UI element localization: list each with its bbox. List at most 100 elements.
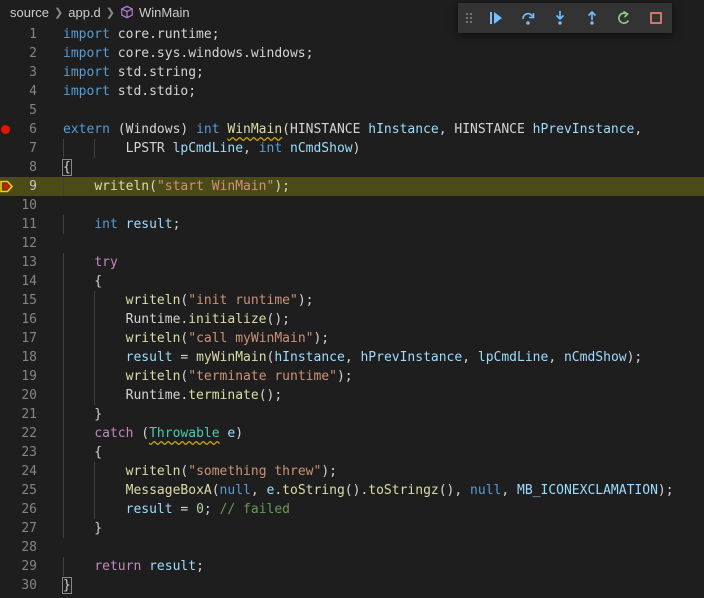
code-line[interactable]: 16 Runtime.initialize(); (0, 310, 704, 329)
line-gutter[interactable]: 23 (0, 443, 50, 462)
line-gutter[interactable]: 24 (0, 462, 50, 481)
line-gutter[interactable]: 17 (0, 329, 50, 348)
code-line[interactable]: 21 } (0, 405, 704, 424)
breadcrumb-folder[interactable]: source (10, 5, 49, 20)
function-name: toStringz (368, 483, 439, 498)
code-line[interactable]: 4 import std.stdio; (0, 82, 704, 101)
code-line[interactable]: 29 return result; (0, 557, 704, 576)
breakpoint-icon[interactable] (1, 125, 10, 134)
line-gutter[interactable]: 5 (0, 101, 50, 120)
variable: result (125, 350, 173, 365)
code-line[interactable]: 28 (0, 538, 704, 557)
code-line[interactable]: 9 writeln("start WinMain"); (0, 177, 704, 196)
code-line[interactable]: 17 writeln("call myWinMain"); (0, 329, 704, 348)
code-line[interactable]: 7 LPSTR lpCmdLine, int nCmdShow) (0, 139, 704, 158)
line-number: 8 (29, 160, 37, 175)
line-gutter[interactable]: 21 (0, 405, 50, 424)
keyword: null (470, 483, 502, 498)
code-content: try (63, 253, 117, 272)
line-gutter[interactable]: 13 (0, 253, 50, 272)
code-content: LPSTR lpCmdLine, int nCmdShow) (63, 139, 361, 158)
code-line[interactable]: 1 import core.runtime; (0, 25, 704, 44)
line-number: 18 (21, 350, 37, 365)
breakpoint-stopped-icon[interactable] (0, 180, 13, 193)
line-number: 29 (21, 559, 37, 574)
breadcrumb-file[interactable]: app.d (68, 5, 101, 20)
function-name: terminate (188, 388, 259, 403)
line-gutter[interactable]: 8 (0, 158, 50, 177)
code-text: ; (172, 217, 181, 232)
variable: hInstance (368, 122, 439, 137)
line-gutter[interactable]: 15 (0, 291, 50, 310)
code-text: core.sys.windows.windows; (109, 46, 314, 61)
code-line[interactable]: 11 int result; (0, 215, 704, 234)
code-line[interactable]: 25 MessageBoxA(null, e.toString().toStri… (0, 481, 704, 500)
line-gutter[interactable]: 2 (0, 44, 50, 63)
keyword: null (219, 483, 251, 498)
line-number: 3 (29, 65, 37, 80)
code-editor[interactable]: 1 import core.runtime; 2 import core.sys.wi… (0, 24, 704, 598)
code-line[interactable]: 18 result = myWinMain(hInstance, hPrevIn… (0, 348, 704, 367)
line-gutter[interactable]: 18 (0, 348, 50, 367)
keyword: int (258, 141, 283, 156)
code-content: import std.string; (63, 63, 204, 82)
code-line[interactable]: 14 { (0, 272, 704, 291)
line-gutter[interactable]: 3 (0, 63, 50, 82)
code-text: core.runtime; (109, 27, 220, 42)
code-line[interactable]: 19 writeln("terminate runtime"); (0, 367, 704, 386)
code-content: import core.runtime; (63, 25, 220, 44)
function-name: myWinMain (196, 350, 267, 365)
code-text: , (243, 141, 259, 156)
code-text: ); (297, 293, 314, 308)
line-gutter[interactable]: 22 (0, 424, 50, 443)
line-gutter[interactable]: 14 (0, 272, 50, 291)
code-content: extern (Windows) int WinMain(HINSTANCE h… (63, 120, 642, 139)
variable: result (125, 502, 173, 517)
code-text: } (63, 521, 103, 536)
code-line[interactable]: 2 import core.sys.windows.windows; (0, 44, 704, 63)
code-text: ); (321, 464, 337, 479)
code-text: (HINSTANCE (282, 122, 369, 137)
code-line[interactable]: 30} (0, 576, 704, 595)
line-gutter[interactable]: 28 (0, 538, 50, 557)
line-gutter[interactable]: 11 (0, 215, 50, 234)
code-line[interactable]: 20 Runtime.terminate(); (0, 386, 704, 405)
code-line[interactable]: 3 import std.string; (0, 63, 704, 82)
code-line[interactable]: 10 (0, 196, 704, 215)
line-gutter[interactable]: 29 (0, 557, 50, 576)
line-gutter[interactable]: 30 (0, 576, 50, 595)
code-line[interactable]: 27 } (0, 519, 704, 538)
line-gutter[interactable]: 12 (0, 234, 50, 253)
code-line[interactable]: 6 extern (Windows) int WinMain(HINSTANCE … (0, 120, 704, 139)
breadcrumb-symbol[interactable]: WinMain (139, 5, 190, 20)
line-gutter[interactable]: 1 (0, 25, 50, 44)
line-gutter[interactable]: 7 (0, 139, 50, 158)
line-gutter[interactable]: 16 (0, 310, 50, 329)
code-line[interactable]: 12 (0, 234, 704, 253)
line-number: 6 (29, 122, 37, 137)
line-gutter[interactable]: 9 (0, 177, 50, 196)
code-line[interactable]: 13 try (0, 253, 704, 272)
line-gutter[interactable]: 19 (0, 367, 50, 386)
line-gutter[interactable]: 26 (0, 500, 50, 519)
line-gutter[interactable]: 20 (0, 386, 50, 405)
code-line[interactable]: 15 writeln("init runtime"); (0, 291, 704, 310)
code-line[interactable]: 24 writeln("something threw"); (0, 462, 704, 481)
code-line[interactable]: 22 catch (Throwable e) (0, 424, 704, 443)
line-gutter[interactable]: 10 (0, 196, 50, 215)
code-text: Runtime. (63, 388, 189, 403)
line-gutter[interactable]: 4 (0, 82, 50, 101)
line-gutter[interactable]: 25 (0, 481, 50, 500)
code-line[interactable]: 23 { (0, 443, 704, 462)
line-gutter[interactable]: 6 (0, 120, 50, 139)
brace-match: { (62, 159, 72, 176)
code-line[interactable]: 5 (0, 101, 704, 120)
line-number: 9 (29, 179, 37, 194)
line-gutter[interactable]: 27 (0, 519, 50, 538)
code-line[interactable]: 8{ (0, 158, 704, 177)
code-line[interactable]: 26 result = 0; // failed (0, 500, 704, 519)
